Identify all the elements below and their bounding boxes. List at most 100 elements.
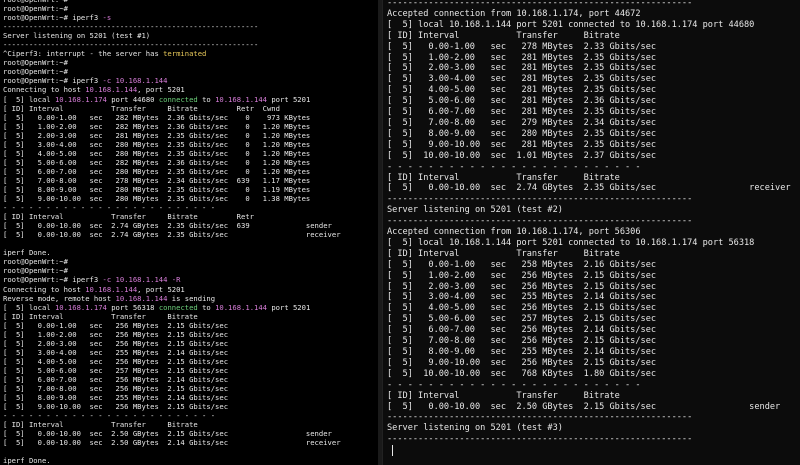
left-terminal-line: [ 5] 3.00-4.00 sec 255 MBytes 2.14 Gbits… (3, 348, 378, 357)
left-line-segment: [ 5] 1.00-2.00 sec 282 MBytes 2.36 Gbits… (3, 121, 311, 131)
left-terminal-line: Reverse mode, remote host 10.168.1.144 i… (3, 294, 378, 303)
right-line-segment: [ 5] 0.00-1.00 sec 258 MBytes 2.16 Gbits… (387, 259, 657, 270)
right-terminal-line: ----------------------------------------… (387, 216, 800, 227)
right-terminal-line: - - - - - - - - - - - - - - - - - - - - … (387, 380, 800, 391)
left-terminal-line (3, 239, 378, 248)
right-terminal-line: - - - - - - - - - - - - - - - - - - - - … (387, 162, 800, 173)
right-terminal-line: [ 5] 8.00-9.00 sec 280 MBytes 2.35 Gbits… (387, 129, 800, 140)
right-line-segment: [ 5] 7.00-8.00 sec 279 MBytes 2.34 Gbits… (387, 117, 657, 128)
right-line-segment: Server listening on 5201 (test #2) (387, 205, 563, 216)
right-terminal-line: ----------------------------------------… (387, 434, 800, 445)
left-line-segment: root@OpenWrt:~# (3, 67, 68, 77)
left-line-segment: [ ID] Interval Transfer Bitrate (3, 420, 198, 430)
left-line-segment: Reverse mode, remote host (3, 293, 116, 303)
left-line-segment: to (197, 94, 216, 104)
right-line-segment: [ 5] 3.00-4.00 sec 281 MBytes 2.35 Gbits… (387, 74, 657, 85)
right-line-segment: [ 5] 6.00-7.00 sec 281 MBytes 2.35 Gbits… (387, 107, 657, 118)
right-terminal-line: [ 5] local 10.168.1.144 port 5201 connec… (387, 20, 800, 31)
left-line-segment: [ 5] 1.00-2.00 sec 256 MBytes 2.15 Gbits… (3, 329, 229, 339)
left-terminal-line: [ ID] Interval Transfer Bitrate Retr (3, 212, 378, 221)
left-line-segment: 10.168.1.144 (115, 76, 168, 86)
right-line-segment: ----------------------------------------… (387, 216, 693, 227)
left-line-segment: iperf Done. (3, 456, 51, 465)
right-line-segment: [ 5] 4.00-5.00 sec 281 MBytes 2.35 Gbits… (387, 85, 657, 96)
left-line-segment: [ 5] 3.00-4.00 sec 255 MBytes 2.14 Gbits… (3, 347, 229, 357)
right-terminal-line: [ ID] Interval Transfer Bitrate (387, 249, 800, 260)
right-line-segment: [ 5] 10.00-10.00 sec 1.01 MBytes 2.37 Gb… (387, 150, 657, 161)
left-terminal-line: [ 5] 5.00-6.00 sec 282 MBytes 2.36 Gbits… (3, 158, 378, 167)
right-terminal-output: ----------------------------------------… (383, 0, 800, 457)
right-terminal-pane[interactable]: ----------------------------------------… (382, 0, 800, 465)
right-line-segment: Server listening on 5201 (test #3) (387, 423, 563, 434)
left-line-segment: [ 5] 3.00-4.00 sec 280 MBytes 2.35 Gbits… (3, 139, 311, 149)
left-line-segment: [ 5] 0.00-10.00 sec 2.74 GBytes 2.35 Gbi… (3, 230, 341, 240)
left-terminal-line: [ 5] 8.00-9.00 sec 255 MBytes 2.14 Gbits… (3, 393, 378, 402)
left-line-segment: 10.168.1.144 (215, 302, 268, 312)
left-terminal-pane[interactable]: root@OpenWrt:~#root@OpenWrt:~#root@OpenW… (0, 0, 378, 465)
left-line-segment: [ 5] local (3, 302, 55, 312)
left-line-segment: iperf Done. (3, 248, 51, 258)
left-terminal-line: [ 5] local 10.168.1.174 port 44680 conne… (3, 95, 378, 104)
left-terminal-line: iperf Done. (3, 456, 378, 465)
left-line-segment: [ 5] 6.00-7.00 sec 280 MBytes 2.35 Gbits… (3, 166, 311, 176)
left-terminal-line (3, 447, 378, 456)
right-line-segment: [ ID] Interval Transfer Bitrate (387, 30, 620, 41)
left-line-segment: [ ID] Interval Transfer Bitrate Retr (3, 212, 254, 222)
left-terminal-line: [ 5] 7.00-8.00 sec 256 MBytes 2.15 Gbits… (3, 384, 378, 393)
left-line-segment: [ 5] 8.00-9.00 sec 280 MBytes 2.35 Gbits… (3, 184, 311, 194)
left-line-segment: [ ID] Interval Transfer Bitrate (3, 311, 198, 321)
left-line-segment: [ 5] 0.00-1.00 sec 282 MBytes 2.36 Gbits… (3, 112, 311, 122)
left-terminal-line: [ 5] 5.00-6.00 sec 257 MBytes 2.15 Gbits… (3, 366, 378, 375)
left-terminal-line: ^Ciperf3: interrupt - the server has ter… (3, 49, 378, 58)
right-terminal-line: [ 5] 10.00-10.00 sec 1.01 MBytes 2.37 Gb… (387, 151, 800, 162)
right-terminal-line (387, 445, 800, 457)
left-terminal-line: root@OpenWrt:~# (3, 67, 378, 76)
left-terminal-line: root@OpenWrt:~# iperf3 -s (3, 13, 378, 22)
left-line-segment: -c (102, 275, 112, 285)
right-terminal-line: ----------------------------------------… (387, 194, 800, 205)
right-line-segment: [ 5] 3.00-4.00 sec 255 MBytes 2.14 Gbits… (387, 292, 657, 303)
left-terminal-line: root@OpenWrt:~# (3, 58, 378, 67)
left-line-segment: port 44680 (106, 94, 159, 104)
right-terminal-line: [ 5] 6.00-7.00 sec 281 MBytes 2.35 Gbits… (387, 107, 800, 118)
left-line-segment: port 5201 (267, 302, 311, 312)
left-terminal-line: [ 5] 3.00-4.00 sec 280 MBytes 2.35 Gbits… (3, 140, 378, 149)
left-terminal-line: root@OpenWrt:~# iperf3 -c 10.168.1.144 -… (3, 275, 378, 284)
left-terminal-line: [ 5] 0.00-10.00 sec 2.74 GBytes 2.35 Gbi… (3, 221, 378, 230)
left-line-segment: to (197, 302, 216, 312)
left-line-segment: - - - - - - - - - - - - - - - - - - - - … (3, 203, 216, 213)
left-line-segment: port 5201 (267, 94, 311, 104)
left-terminal-line: [ 5] local 10.168.1.174 port 56318 conne… (3, 303, 378, 312)
left-line-segment: [ 5] 4.00-5.00 sec 280 MBytes 2.35 Gbits… (3, 148, 311, 158)
right-line-segment: [ ID] Interval Transfer Bitrate (387, 248, 620, 259)
left-terminal-line: [ ID] Interval Transfer Bitrate (3, 312, 378, 321)
right-line-segment: [ 5] 1.00-2.00 sec 281 MBytes 2.35 Gbits… (387, 52, 657, 63)
right-line-segment: [ ID] Interval Transfer Bitrate (387, 172, 620, 183)
left-terminal-line: [ 5] 0.00-10.00 sec 2.50 GBytes 2.15 Gbi… (3, 429, 378, 438)
right-terminal-line: [ 5] 3.00-4.00 sec 281 MBytes 2.35 Gbits… (387, 74, 800, 85)
right-line-segment: [ 5] 4.00-5.00 sec 256 MBytes 2.15 Gbits… (387, 303, 657, 314)
right-terminal-line: [ 5] 1.00-2.00 sec 281 MBytes 2.35 Gbits… (387, 53, 800, 64)
right-terminal-line: Server listening on 5201 (test #2) (387, 205, 800, 216)
right-terminal-line: [ ID] Interval Transfer Bitrate (387, 391, 800, 402)
left-line-segment: [ 5] 9.00-10.00 sec 256 MBytes 2.15 Gbit… (3, 402, 229, 412)
left-terminal-line: Connecting to host 10.168.1.144, port 52… (3, 285, 378, 294)
right-line-segment: [ 5] 1.00-2.00 sec 256 MBytes 2.15 Gbits… (387, 270, 657, 281)
left-line-segment: root@OpenWrt:~# iperf3 (3, 13, 103, 23)
left-terminal-line: root@OpenWrt:~# iperf3 -c 10.168.1.144 (3, 76, 378, 85)
right-line-segment: Accepted connection from 10.168.1.174, p… (387, 8, 641, 19)
left-line-segment: 10.168.1.144 (215, 94, 268, 104)
left-line-segment: Server listening on 5201 (test #1) (3, 31, 151, 41)
right-line-segment: [ 5] 9.00-10.00 sec 281 MBytes 2.35 Gbit… (387, 139, 657, 150)
right-terminal-line: [ 5] 9.00-10.00 sec 256 MBytes 2.15 Gbit… (387, 358, 800, 369)
left-line-segment: root@OpenWrt:~# (3, 4, 68, 14)
right-line-segment: ----------------------------------------… (387, 0, 693, 8)
left-line-segment: [ 5] 0.00-10.00 sec 2.50 GBytes 2.15 Gbi… (3, 429, 332, 439)
left-line-segment: [ 5] 4.00-5.00 sec 256 MBytes 2.15 Gbits… (3, 356, 229, 366)
left-line-segment: ^Ciperf3: interrupt - the server has (3, 49, 164, 59)
left-line-segment: 10.168.1.144 (115, 275, 168, 285)
right-line-segment: - - - - - - - - - - - - - - - - - - - - … (387, 161, 641, 172)
left-line-segment: [ 5] local (3, 94, 55, 104)
right-terminal-line: [ 5] 5.00-6.00 sec 281 MBytes 2.36 Gbits… (387, 96, 800, 107)
left-terminal-line: [ 5] 7.00-8.00 sec 278 MBytes 2.34 Gbits… (3, 176, 378, 185)
